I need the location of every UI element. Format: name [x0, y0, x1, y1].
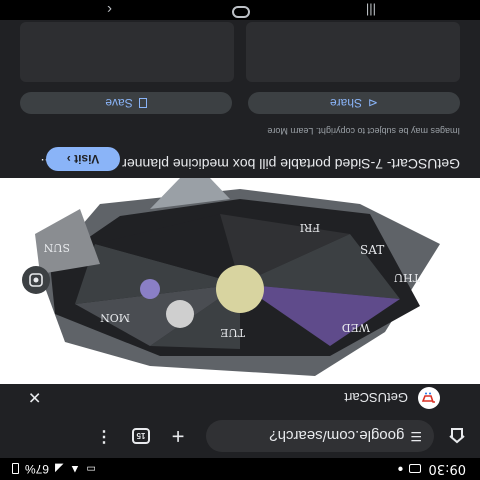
home-icon — [449, 428, 465, 444]
site-name: GetUSCart — [344, 390, 408, 406]
copyright-note: Images may be subject to copyright. Lear… — [267, 126, 460, 136]
label-tue: TUE — [220, 326, 245, 339]
pill-white — [166, 300, 194, 328]
lens-button[interactable] — [22, 266, 50, 294]
label-mon: MON — [100, 311, 130, 324]
pill-purple — [140, 279, 160, 299]
related-image-card[interactable] — [20, 22, 234, 82]
battery-percent: 67% — [25, 462, 50, 476]
system-nav-bar: ||| ‹ — [0, 0, 480, 20]
notification-icon — [408, 464, 421, 474]
label-fri: FRI — [300, 221, 320, 234]
close-icon[interactable]: ✕ — [28, 387, 41, 407]
site-favicon — [418, 387, 440, 409]
image-viewer-header: GetUSCart ✕ — [0, 384, 480, 412]
pill-box-image: SAT SUN MON TUE WED THU FRI — [0, 178, 480, 384]
tune-icon[interactable]: ☰ — [410, 428, 422, 444]
share-button[interactable]: ⊲ Share — [248, 92, 460, 114]
tab-switcher-icon[interactable]: 15 — [132, 428, 150, 444]
status-right: ▭ ▲ ◢ 67% — [12, 462, 96, 476]
label-sun: SUN — [43, 241, 70, 254]
visit-button[interactable]: Visit › — [46, 147, 120, 171]
vibrate-icon: ▭ — [86, 463, 96, 475]
visit-label: Visit — [74, 152, 100, 166]
battery-icon — [12, 463, 19, 475]
home-circle-icon[interactable] — [232, 3, 250, 18]
recents-icon[interactable]: ||| — [366, 3, 376, 18]
signal-icon: ◢ — [55, 462, 64, 475]
save-label: Save — [105, 96, 133, 110]
bookmark-icon — [138, 98, 147, 108]
result-image[interactable]: SAT SUN MON TUE WED THU FRI — [0, 178, 480, 384]
pill-yellow — [216, 265, 264, 313]
back-icon[interactable]: ‹ — [107, 1, 112, 18]
plus-icon: + — [171, 424, 185, 449]
new-tab-button[interactable]: + — [166, 423, 190, 449]
status-notification-icons: ● — [397, 463, 421, 475]
screen: 09:30 ● ▭ ▲ ◢ 67% ☰ google.com/search? +… — [0, 0, 480, 480]
label-sat: SAT — [360, 243, 384, 257]
related-image-card[interactable] — [246, 22, 460, 82]
cart-icon — [422, 392, 435, 403]
share-icon: ⊲ — [367, 96, 379, 110]
address-bar[interactable]: ☰ google.com/search? — [206, 420, 434, 452]
label-thu: THU — [394, 271, 420, 284]
alarm-icon: ● — [397, 463, 404, 475]
lens-icon — [29, 273, 43, 287]
home-button[interactable] — [434, 428, 480, 444]
save-button[interactable]: Save — [20, 92, 232, 114]
status-time: 09:30 — [428, 461, 466, 477]
url-text: google.com/search? — [269, 427, 405, 445]
status-bar: 09:30 ● ▭ ▲ ◢ 67% — [0, 458, 480, 480]
browser-toolbar: ☰ google.com/search? + 15 ⋮ — [0, 414, 480, 458]
wifi-icon: ▲ — [69, 463, 81, 475]
share-label: Share — [329, 96, 362, 110]
more-vert-icon[interactable]: ⋮ — [96, 428, 112, 445]
label-wed: WED — [342, 321, 370, 334]
